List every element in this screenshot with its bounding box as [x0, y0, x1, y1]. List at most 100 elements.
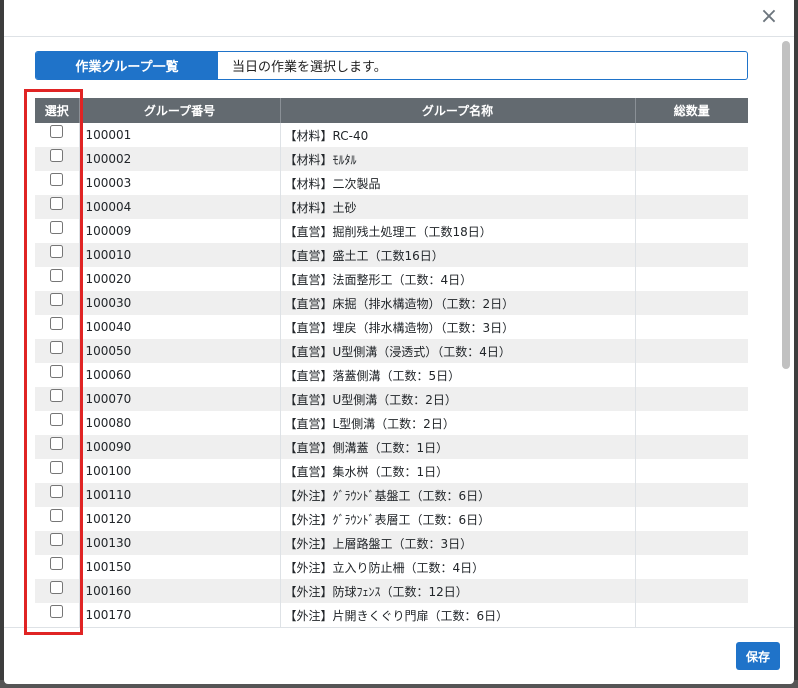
- group-table: 選択 グループ番号 グループ名称 総数量 100001 【材料】RC-40 1000…: [35, 98, 748, 627]
- row-select-checkbox[interactable]: [50, 605, 64, 618]
- save-button[interactable]: 保存: [736, 642, 780, 670]
- row-select-checkbox[interactable]: [50, 509, 64, 522]
- table-row[interactable]: 100130 【外注】上層路盤工（工数：3日）: [35, 531, 748, 555]
- row-select-checkbox[interactable]: [50, 149, 64, 162]
- select-cell: [35, 171, 80, 195]
- page-title: 作業グループ一覧: [36, 52, 218, 79]
- select-cell: [35, 267, 80, 291]
- row-select-checkbox[interactable]: [50, 125, 64, 138]
- row-select-checkbox[interactable]: [50, 413, 64, 426]
- select-cell: [35, 531, 80, 555]
- total-quantity-cell: [635, 531, 748, 555]
- modal-body: 作業グループ一覧 当日の作業を選択します。 選択 グループ番号 グループ名称 総…: [4, 37, 794, 628]
- row-select-checkbox[interactable]: [50, 485, 64, 498]
- table-row[interactable]: 100020 【直営】法面整形工（工数：4日）: [35, 267, 748, 291]
- group-number-cell: 100040: [79, 315, 281, 339]
- group-number-cell: 100003: [79, 171, 281, 195]
- row-select-checkbox[interactable]: [50, 581, 64, 594]
- column-header-select: 選択: [35, 98, 80, 123]
- select-cell: [35, 195, 80, 219]
- total-quantity-cell: [635, 291, 748, 315]
- table-row[interactable]: 100100 【直営】集水桝（工数：1日）: [35, 459, 748, 483]
- table-row[interactable]: 100090 【直営】側溝蓋（工数：1日）: [35, 435, 748, 459]
- group-name-cell: 【直営】U型側溝（工数：2日）: [280, 387, 636, 411]
- group-name-cell: 【直営】集水桝（工数：1日）: [280, 459, 636, 483]
- group-number-cell: 100030: [79, 291, 281, 315]
- table-row[interactable]: 100002 【材料】ﾓﾙﾀﾙ: [35, 147, 748, 171]
- select-cell: [35, 483, 80, 507]
- select-cell: [35, 459, 80, 483]
- group-number-cell: 100009: [79, 219, 281, 243]
- total-quantity-cell: [635, 411, 748, 435]
- total-quantity-cell: [635, 123, 748, 147]
- row-select-checkbox[interactable]: [50, 197, 64, 210]
- group-number-cell: 100110: [79, 483, 281, 507]
- group-name-cell: 【直営】側溝蓋（工数：1日）: [280, 435, 636, 459]
- row-select-checkbox[interactable]: [50, 317, 64, 330]
- table-row[interactable]: 100050 【直営】U型側溝（浸透式）（工数：4日）: [35, 339, 748, 363]
- row-select-checkbox[interactable]: [50, 173, 64, 186]
- group-name-cell: 【外注】ｸﾞﾗｳﾝﾄﾞ表層工（工数：6日）: [280, 507, 636, 531]
- close-icon[interactable]: ×: [758, 6, 780, 28]
- total-quantity-cell: [635, 171, 748, 195]
- group-name-cell: 【直営】床掘（排水構造物）（工数：2日）: [280, 291, 636, 315]
- table-row[interactable]: 100004 【材料】土砂: [35, 195, 748, 219]
- table-row[interactable]: 100010 【直営】盛土工（工数16日）: [35, 243, 748, 267]
- select-cell: [35, 555, 80, 579]
- group-name-cell: 【外注】立入り防止柵（工数：4日）: [280, 555, 636, 579]
- select-cell: [35, 315, 80, 339]
- total-quantity-cell: [635, 219, 748, 243]
- table-row[interactable]: 100030 【直営】床掘（排水構造物）（工数：2日）: [35, 291, 748, 315]
- row-select-checkbox[interactable]: [50, 461, 64, 474]
- row-select-checkbox[interactable]: [50, 341, 64, 354]
- column-header-group-number: グループ番号: [79, 98, 281, 123]
- total-quantity-cell: [635, 603, 748, 627]
- group-name-cell: 【外注】ｸﾞﾗｳﾝﾄﾞ基盤工（工数：6日）: [280, 483, 636, 507]
- total-quantity-cell: [635, 147, 748, 171]
- row-select-checkbox[interactable]: [50, 293, 64, 306]
- row-select-checkbox[interactable]: [50, 557, 64, 570]
- group-name-cell: 【直営】落蓋側溝（工数：5日）: [280, 363, 636, 387]
- total-quantity-cell: [635, 339, 748, 363]
- select-cell: [35, 147, 80, 171]
- group-name-cell: 【直営】掘削残土処理工（工数18日）: [280, 219, 636, 243]
- table-row[interactable]: 100080 【直営】L型側溝（工数：2日）: [35, 411, 748, 435]
- column-header-total-quantity: 総数量: [635, 98, 748, 123]
- table-row[interactable]: 100160 【外注】防球ﾌｪﾝｽ（工数：12日）: [35, 579, 748, 603]
- table-row[interactable]: 100170 【外注】片開きくぐり門扉（工数：6日）: [35, 603, 748, 627]
- group-number-cell: 100070: [79, 387, 281, 411]
- total-quantity-cell: [635, 555, 748, 579]
- page-description: 当日の作業を選択します。: [232, 60, 387, 75]
- title-bar: 作業グループ一覧 当日の作業を選択します。: [35, 51, 748, 80]
- modal-footer: 保存: [4, 627, 794, 684]
- group-name-cell: 【外注】片開きくぐり門扉（工数：6日）: [280, 603, 636, 627]
- group-number-cell: 100004: [79, 195, 281, 219]
- table-row[interactable]: 100009 【直営】掘削残土処理工（工数18日）: [35, 219, 748, 243]
- select-cell: [35, 507, 80, 531]
- table-row[interactable]: 100110 【外注】ｸﾞﾗｳﾝﾄﾞ基盤工（工数：6日）: [35, 483, 748, 507]
- row-select-checkbox[interactable]: [50, 437, 64, 450]
- total-quantity-cell: [635, 435, 748, 459]
- row-select-checkbox[interactable]: [50, 365, 64, 378]
- table-row[interactable]: 100070 【直営】U型側溝（工数：2日）: [35, 387, 748, 411]
- table-row[interactable]: 100003 【材料】二次製品: [35, 171, 748, 195]
- group-number-cell: 100020: [79, 267, 281, 291]
- select-cell: [35, 387, 80, 411]
- total-quantity-cell: [635, 483, 748, 507]
- row-select-checkbox[interactable]: [50, 245, 64, 258]
- select-cell: [35, 579, 80, 603]
- table-row[interactable]: 100060 【直営】落蓋側溝（工数：5日）: [35, 363, 748, 387]
- row-select-checkbox[interactable]: [50, 389, 64, 402]
- select-cell: [35, 435, 80, 459]
- scrollbar[interactable]: [782, 41, 790, 369]
- row-select-checkbox[interactable]: [50, 269, 64, 282]
- table-row[interactable]: 100150 【外注】立入り防止柵（工数：4日）: [35, 555, 748, 579]
- group-number-cell: 100001: [79, 123, 281, 147]
- column-header-group-name: グループ名称: [280, 98, 636, 123]
- group-name-cell: 【外注】上層路盤工（工数：3日）: [280, 531, 636, 555]
- table-row[interactable]: 100040 【直営】埋戻（排水構造物）（工数：3日）: [35, 315, 748, 339]
- row-select-checkbox[interactable]: [50, 221, 64, 234]
- row-select-checkbox[interactable]: [50, 533, 64, 546]
- table-row[interactable]: 100120 【外注】ｸﾞﾗｳﾝﾄﾞ表層工（工数：6日）: [35, 507, 748, 531]
- table-row[interactable]: 100001 【材料】RC-40: [35, 123, 748, 147]
